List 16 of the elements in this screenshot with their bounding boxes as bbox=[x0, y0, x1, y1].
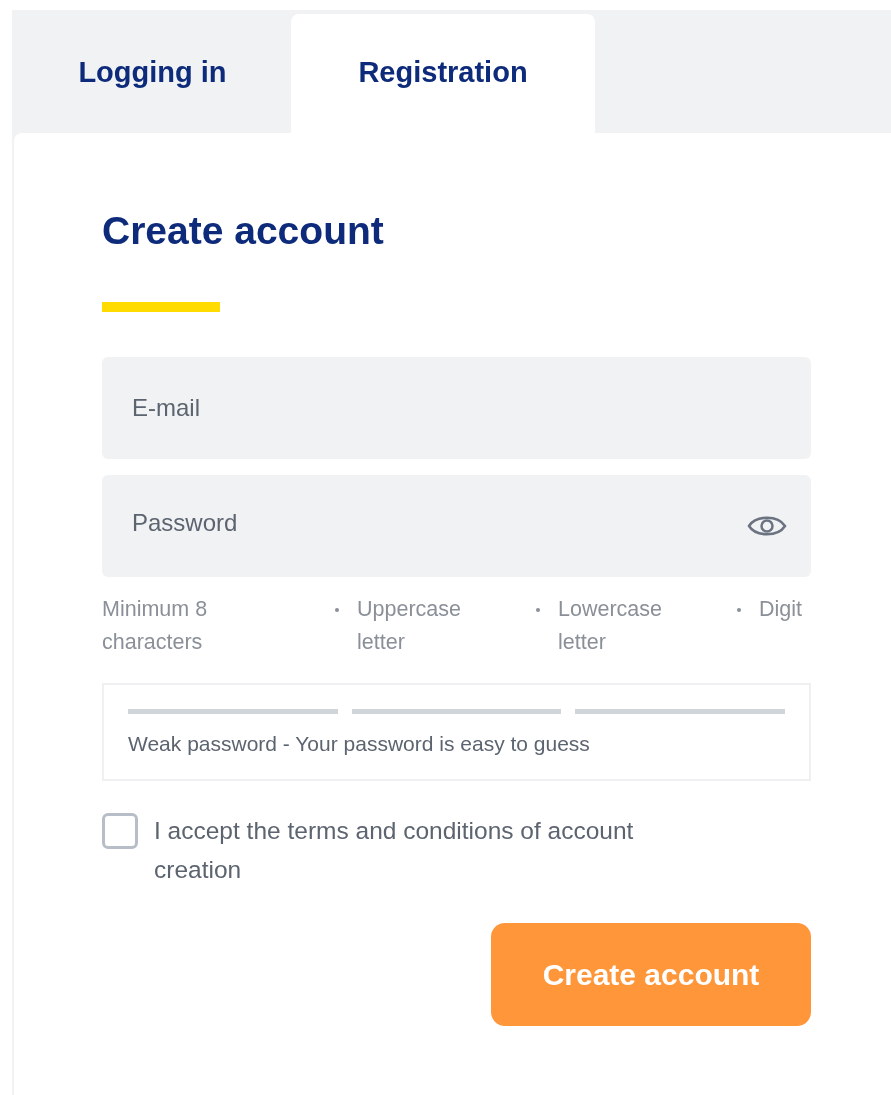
password-requirement: Uppercase letter bbox=[357, 596, 462, 656]
password-field[interactable]: Password bbox=[102, 475, 811, 577]
email-field[interactable]: E-mail bbox=[102, 357, 811, 459]
bullet-icon bbox=[335, 608, 339, 612]
bullet-icon bbox=[737, 608, 741, 612]
form-title: Create account bbox=[102, 208, 384, 254]
strength-message: Weak password - Your password is easy to guess bbox=[128, 731, 591, 757]
terms-checkbox[interactable] bbox=[102, 813, 138, 849]
tab[interactable]: Registration bbox=[291, 14, 595, 133]
bullet-icon bbox=[536, 608, 540, 612]
tab[interactable]: Logging in bbox=[14, 14, 291, 133]
password-requirement: Digit bbox=[759, 596, 802, 623]
terms-label: I accept the terms and conditions of account creation bbox=[154, 816, 635, 885]
password-requirement: Lowercase letter bbox=[558, 596, 663, 656]
password-input[interactable]: Password bbox=[132, 505, 747, 547]
password-requirement: Minimum 8 characters bbox=[102, 596, 209, 656]
